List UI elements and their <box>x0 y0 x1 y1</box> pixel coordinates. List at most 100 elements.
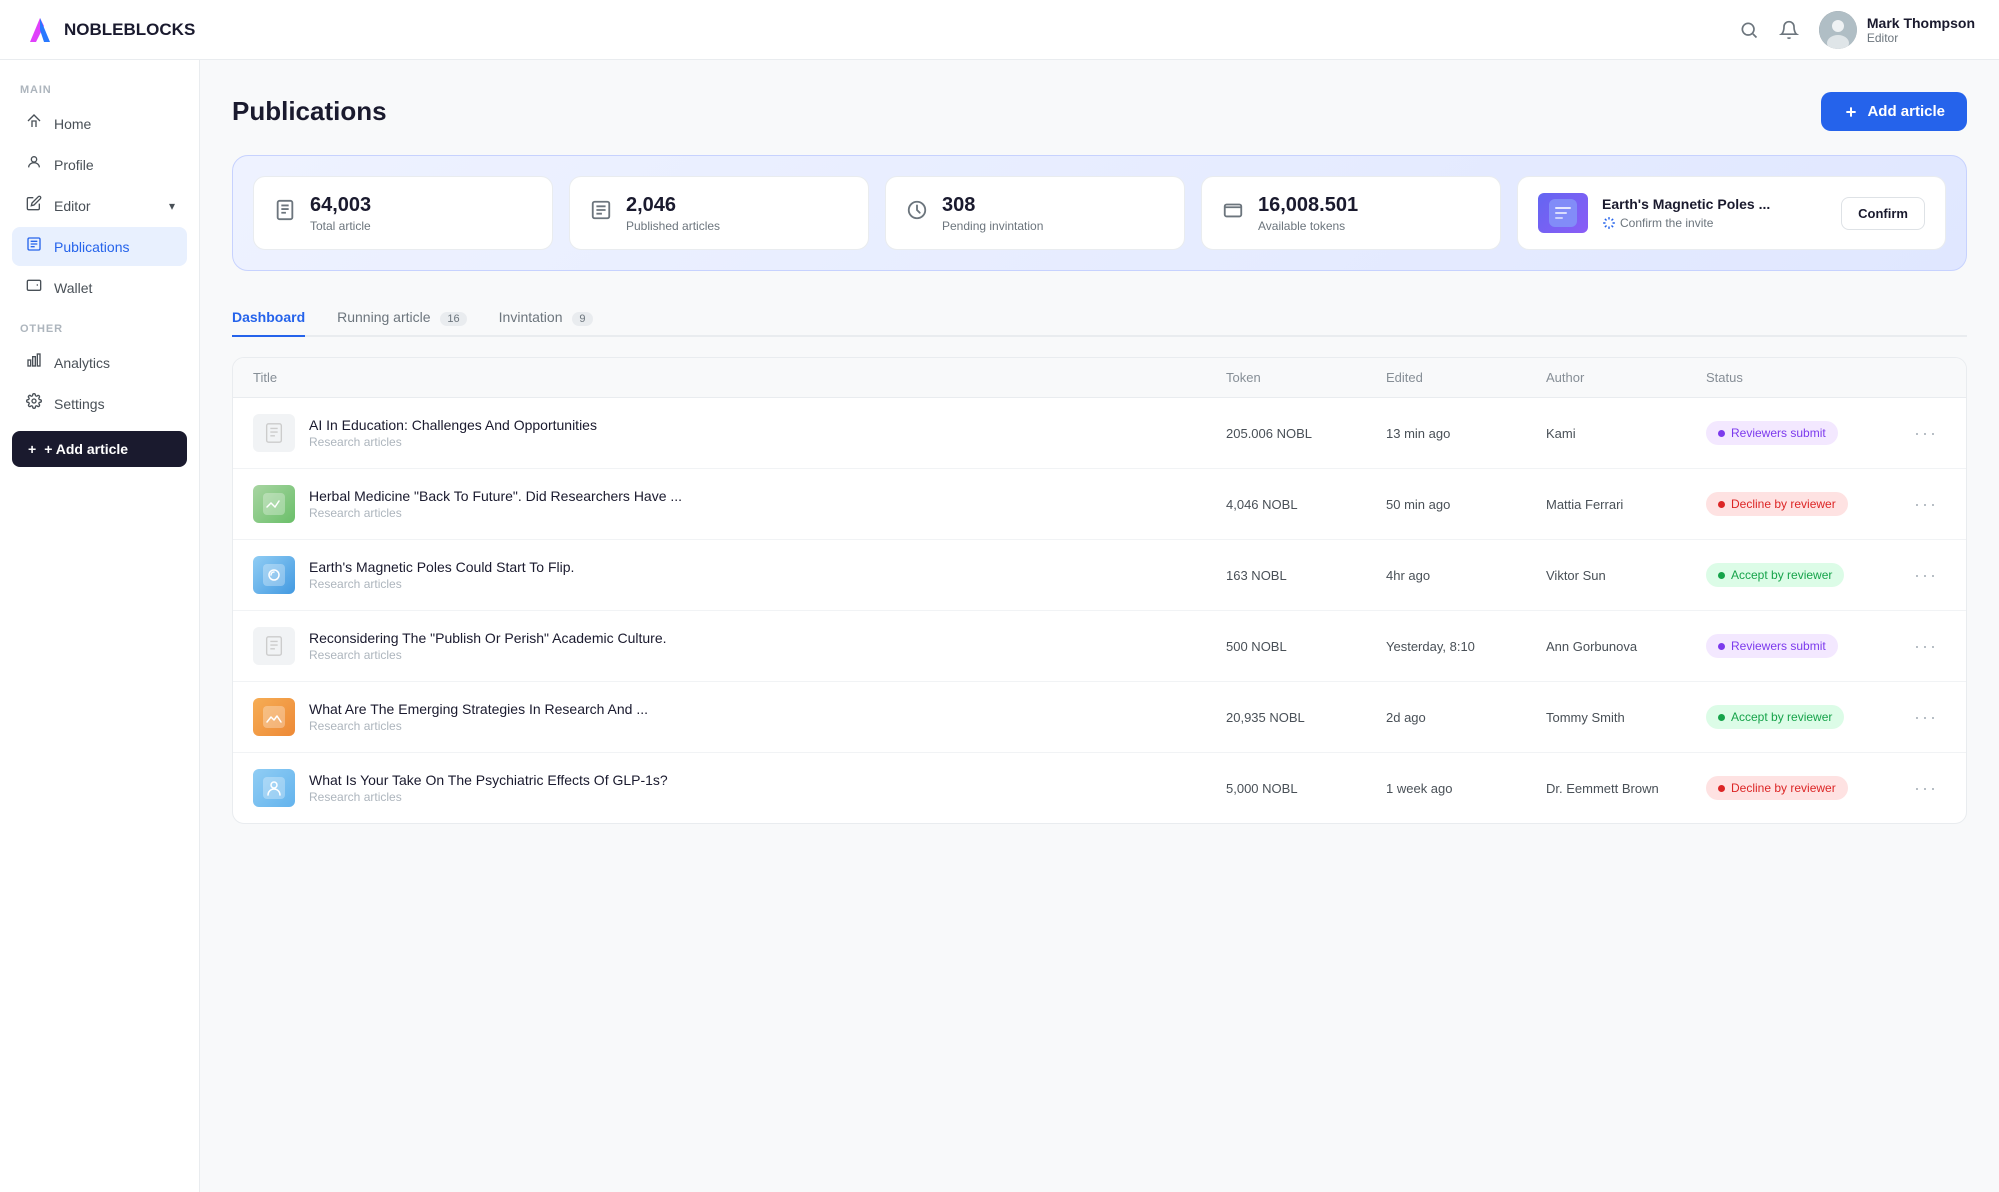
tab-invintation-label: Invintation <box>499 309 563 325</box>
page-title: Publications <box>232 96 387 127</box>
sidebar-analytics-label: Analytics <box>54 355 110 371</box>
article-category-4: Research articles <box>309 648 667 662</box>
status-dot-1 <box>1718 430 1725 437</box>
article-info-6: What Is Your Take On The Psychiatric Eff… <box>309 772 668 804</box>
article-title-4: Reconsidering The "Publish Or Perish" Ac… <box>309 630 667 646</box>
col-edited: Edited <box>1386 370 1546 385</box>
sidebar-item-editor[interactable]: Editor ▾ <box>12 186 187 225</box>
tokens-icon <box>1222 199 1244 227</box>
article-category-2: Research articles <box>309 506 682 520</box>
tab-dashboard[interactable]: Dashboard <box>232 299 305 337</box>
article-title-2: Herbal Medicine "Back To Future". Did Re… <box>309 488 682 504</box>
total-article-icon <box>274 199 296 227</box>
tabs-row: Dashboard Running article 16 Invintation… <box>232 299 1967 337</box>
tab-running-label: Running article <box>337 309 430 325</box>
home-icon <box>24 113 44 134</box>
sidebar-item-wallet[interactable]: Wallet <box>12 268 187 307</box>
article-category-6: Research articles <box>309 790 668 804</box>
more-button-1[interactable]: ··· <box>1906 419 1946 448</box>
article-info-2: Herbal Medicine "Back To Future". Did Re… <box>309 488 682 520</box>
status-label-4: Reviewers submit <box>1731 639 1826 653</box>
tab-invintation[interactable]: Invintation 9 <box>499 299 593 337</box>
token-6: 5,000 NOBL <box>1226 781 1386 796</box>
col-status: Status <box>1706 370 1906 385</box>
settings-icon <box>24 393 44 414</box>
edited-4: Yesterday, 8:10 <box>1386 639 1546 654</box>
more-button-3[interactable]: ··· <box>1906 561 1946 590</box>
article-title-3: Earth's Magnetic Poles Could Start To Fl… <box>309 559 574 575</box>
status-3: Accept by reviewer <box>1706 563 1906 587</box>
sidebar-editor-label: Editor <box>54 198 91 214</box>
article-cell-3: Earth's Magnetic Poles Could Start To Fl… <box>253 556 1226 594</box>
stat-pending-info: 308 Pending invintation <box>942 194 1043 233</box>
edited-6: 1 week ago <box>1386 781 1546 796</box>
sidebar-add-article-button[interactable]: + + Add article <box>12 431 187 467</box>
stat-pending-value: 308 <box>942 194 1043 217</box>
app-logo[interactable]: NOBLEBLOCKS <box>24 14 195 46</box>
article-title-6: What Is Your Take On The Psychiatric Eff… <box>309 772 668 788</box>
sidebar-section-main: MAIN Home Profile <box>12 84 187 307</box>
status-label-5: Accept by reviewer <box>1731 710 1832 724</box>
table-row: What Is Your Take On The Psychiatric Eff… <box>233 753 1966 823</box>
more-button-6[interactable]: ··· <box>1906 774 1946 803</box>
author-5: Tommy Smith <box>1546 710 1706 725</box>
topbar: NOBLEBLOCKS <box>0 0 1999 60</box>
stat-tokens-value: 16,008.501 <box>1258 194 1358 217</box>
status-label-3: Accept by reviewer <box>1731 568 1832 582</box>
article-cell-6: What Is Your Take On The Psychiatric Eff… <box>253 769 1226 807</box>
stat-card-published: 2,046 Published articles <box>569 176 869 250</box>
article-info-3: Earth's Magnetic Poles Could Start To Fl… <box>309 559 574 591</box>
add-article-header-button[interactable]: Add article <box>1821 92 1967 131</box>
sidebar-item-analytics[interactable]: Analytics <box>12 343 187 382</box>
more-button-5[interactable]: ··· <box>1906 703 1946 732</box>
author-2: Mattia Ferrari <box>1546 497 1706 512</box>
main-content: Publications Add article 64,003 Total ar… <box>200 60 1999 856</box>
edited-5: 2d ago <box>1386 710 1546 725</box>
stats-row: 64,003 Total article 2,046 Published art… <box>232 155 1967 271</box>
tab-running-article[interactable]: Running article 16 <box>337 299 467 337</box>
sidebar-add-label: + Add article <box>44 441 128 457</box>
token-2: 4,046 NOBL <box>1226 497 1386 512</box>
analytics-icon <box>24 352 44 373</box>
status-1: Reviewers submit <box>1706 421 1906 445</box>
stat-total-info: 64,003 Total article <box>310 194 371 233</box>
sidebar-item-profile[interactable]: Profile <box>12 145 187 184</box>
sidebar: MAIN Home Profile <box>0 60 200 1192</box>
sidebar-item-publications[interactable]: Publications <box>12 227 187 266</box>
status-2: Decline by reviewer <box>1706 492 1906 516</box>
status-6: Decline by reviewer <box>1706 776 1906 800</box>
search-button[interactable] <box>1739 20 1759 40</box>
table-row: Reconsidering The "Publish Or Perish" Ac… <box>233 611 1966 682</box>
sidebar-label-main: MAIN <box>12 84 187 96</box>
more-button-2[interactable]: ··· <box>1906 490 1946 519</box>
stat-tokens-info: 16,008.501 Available tokens <box>1258 194 1358 233</box>
token-4: 500 NOBL <box>1226 639 1386 654</box>
user-profile[interactable]: Mark Thompson Editor <box>1819 11 1975 49</box>
more-button-4[interactable]: ··· <box>1906 632 1946 661</box>
author-6: Dr. Eemmett Brown <box>1546 781 1706 796</box>
notifications-button[interactable] <box>1779 20 1799 40</box>
tab-running-badge: 16 <box>440 312 466 326</box>
token-1: 205.006 NOBL <box>1226 426 1386 441</box>
profile-icon <box>24 154 44 175</box>
stat-card-pending: 308 Pending invintation <box>885 176 1185 250</box>
col-title: Title <box>253 370 1226 385</box>
confirm-invite-button[interactable]: Confirm <box>1841 197 1925 230</box>
article-category-3: Research articles <box>309 577 574 591</box>
sidebar-label-other: OTHER <box>12 323 187 335</box>
stat-published-label: Published articles <box>626 219 720 233</box>
avatar <box>1819 11 1857 49</box>
confirm-spinner-icon <box>1602 216 1616 230</box>
article-cell-1: AI In Education: Challenges And Opportun… <box>253 414 1226 452</box>
sidebar-home-label: Home <box>54 116 91 132</box>
article-thumb-3 <box>253 556 295 594</box>
edited-2: 50 min ago <box>1386 497 1546 512</box>
add-article-header-label: Add article <box>1867 103 1945 120</box>
confirm-thumb <box>1538 193 1588 233</box>
status-dot-3 <box>1718 572 1725 579</box>
table-row: Earth's Magnetic Poles Could Start To Fl… <box>233 540 1966 611</box>
sidebar-item-settings[interactable]: Settings <box>12 384 187 423</box>
sidebar-item-home[interactable]: Home <box>12 104 187 143</box>
status-dot-4 <box>1718 643 1725 650</box>
table-row: AI In Education: Challenges And Opportun… <box>233 398 1966 469</box>
